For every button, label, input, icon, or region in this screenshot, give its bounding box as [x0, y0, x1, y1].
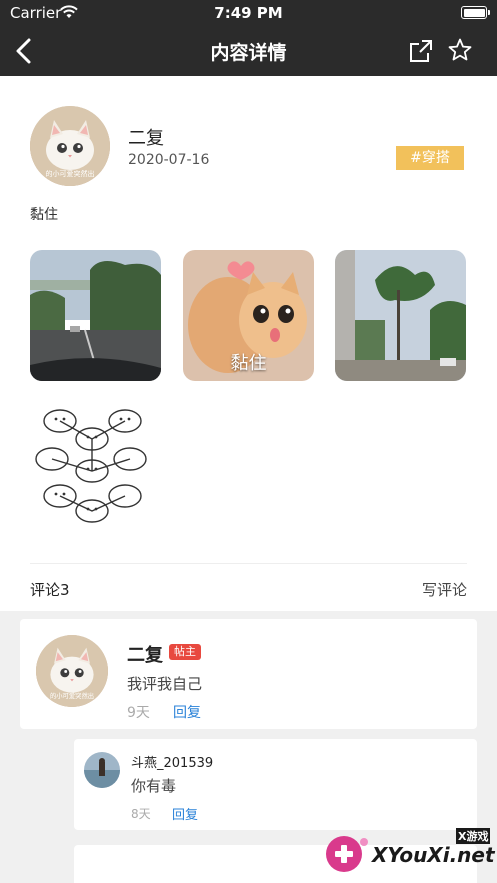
commenter-avatar-caption: 的小可爱突然出: [50, 691, 94, 700]
comment-time: 9天: [127, 705, 150, 721]
share-icon[interactable]: [408, 38, 434, 64]
comment-text: 我评我自己: [127, 675, 203, 693]
battery-icon: [461, 6, 490, 19]
reply-card: 斗燕_201539 你有毒 8天 回复: [74, 739, 477, 830]
section-divider: [30, 563, 467, 564]
reply-reply-button[interactable]: 回复: [172, 804, 198, 823]
gamepad-logo-icon: [326, 836, 368, 872]
watermark-small-text: X游戏: [456, 828, 491, 844]
site-watermark: X游戏 XYouXi.net: [324, 826, 495, 876]
post-date: 2020-07-16: [128, 152, 210, 168]
photo-cats[interactable]: 黏住: [183, 250, 314, 381]
replier-avatar[interactable]: [84, 752, 120, 788]
commenter-name[interactable]: 二复: [127, 641, 163, 667]
photo-street[interactable]: [30, 250, 161, 381]
favorite-star-icon[interactable]: [447, 37, 473, 63]
comment-count: 评论3: [30, 581, 70, 599]
post-text: 黏住: [30, 207, 58, 223]
photo-sketch[interactable]: [30, 401, 161, 532]
reply-text: 你有毒: [131, 777, 177, 795]
commenter-avatar[interactable]: 的小可爱突然出: [36, 635, 108, 707]
comment-reply-button[interactable]: 回复: [173, 702, 201, 722]
author-avatar[interactable]: 的小可爱突然出: [30, 106, 110, 186]
comment-card: 的小可爱突然出 二复 帖主 我评我自己 9天 回复: [20, 619, 477, 729]
post-content: 的小可爱突然出 二复 2020-07-16 #穿搭 黏住 黏住 评论3 写评论: [0, 76, 497, 611]
nav-bar: 内容详情: [0, 26, 497, 76]
status-time: 7:49 PM: [214, 4, 283, 22]
topic-tag[interactable]: #穿搭: [396, 146, 464, 170]
watermark-big-text: XYouXi.net: [372, 843, 495, 867]
author-avatar-caption: 的小可爱突然出: [46, 169, 95, 178]
photo-caption: 黏住: [230, 353, 267, 374]
replier-name[interactable]: 斗燕_201539: [131, 752, 213, 771]
reply-time: 8天: [131, 807, 151, 821]
owner-badge: 帖主: [169, 644, 201, 660]
photo-trees[interactable]: [335, 250, 466, 381]
author-name[interactable]: 二复: [128, 124, 164, 150]
status-bar: Carrier 7:49 PM: [0, 0, 497, 26]
write-comment-button[interactable]: 写评论: [422, 579, 467, 600]
